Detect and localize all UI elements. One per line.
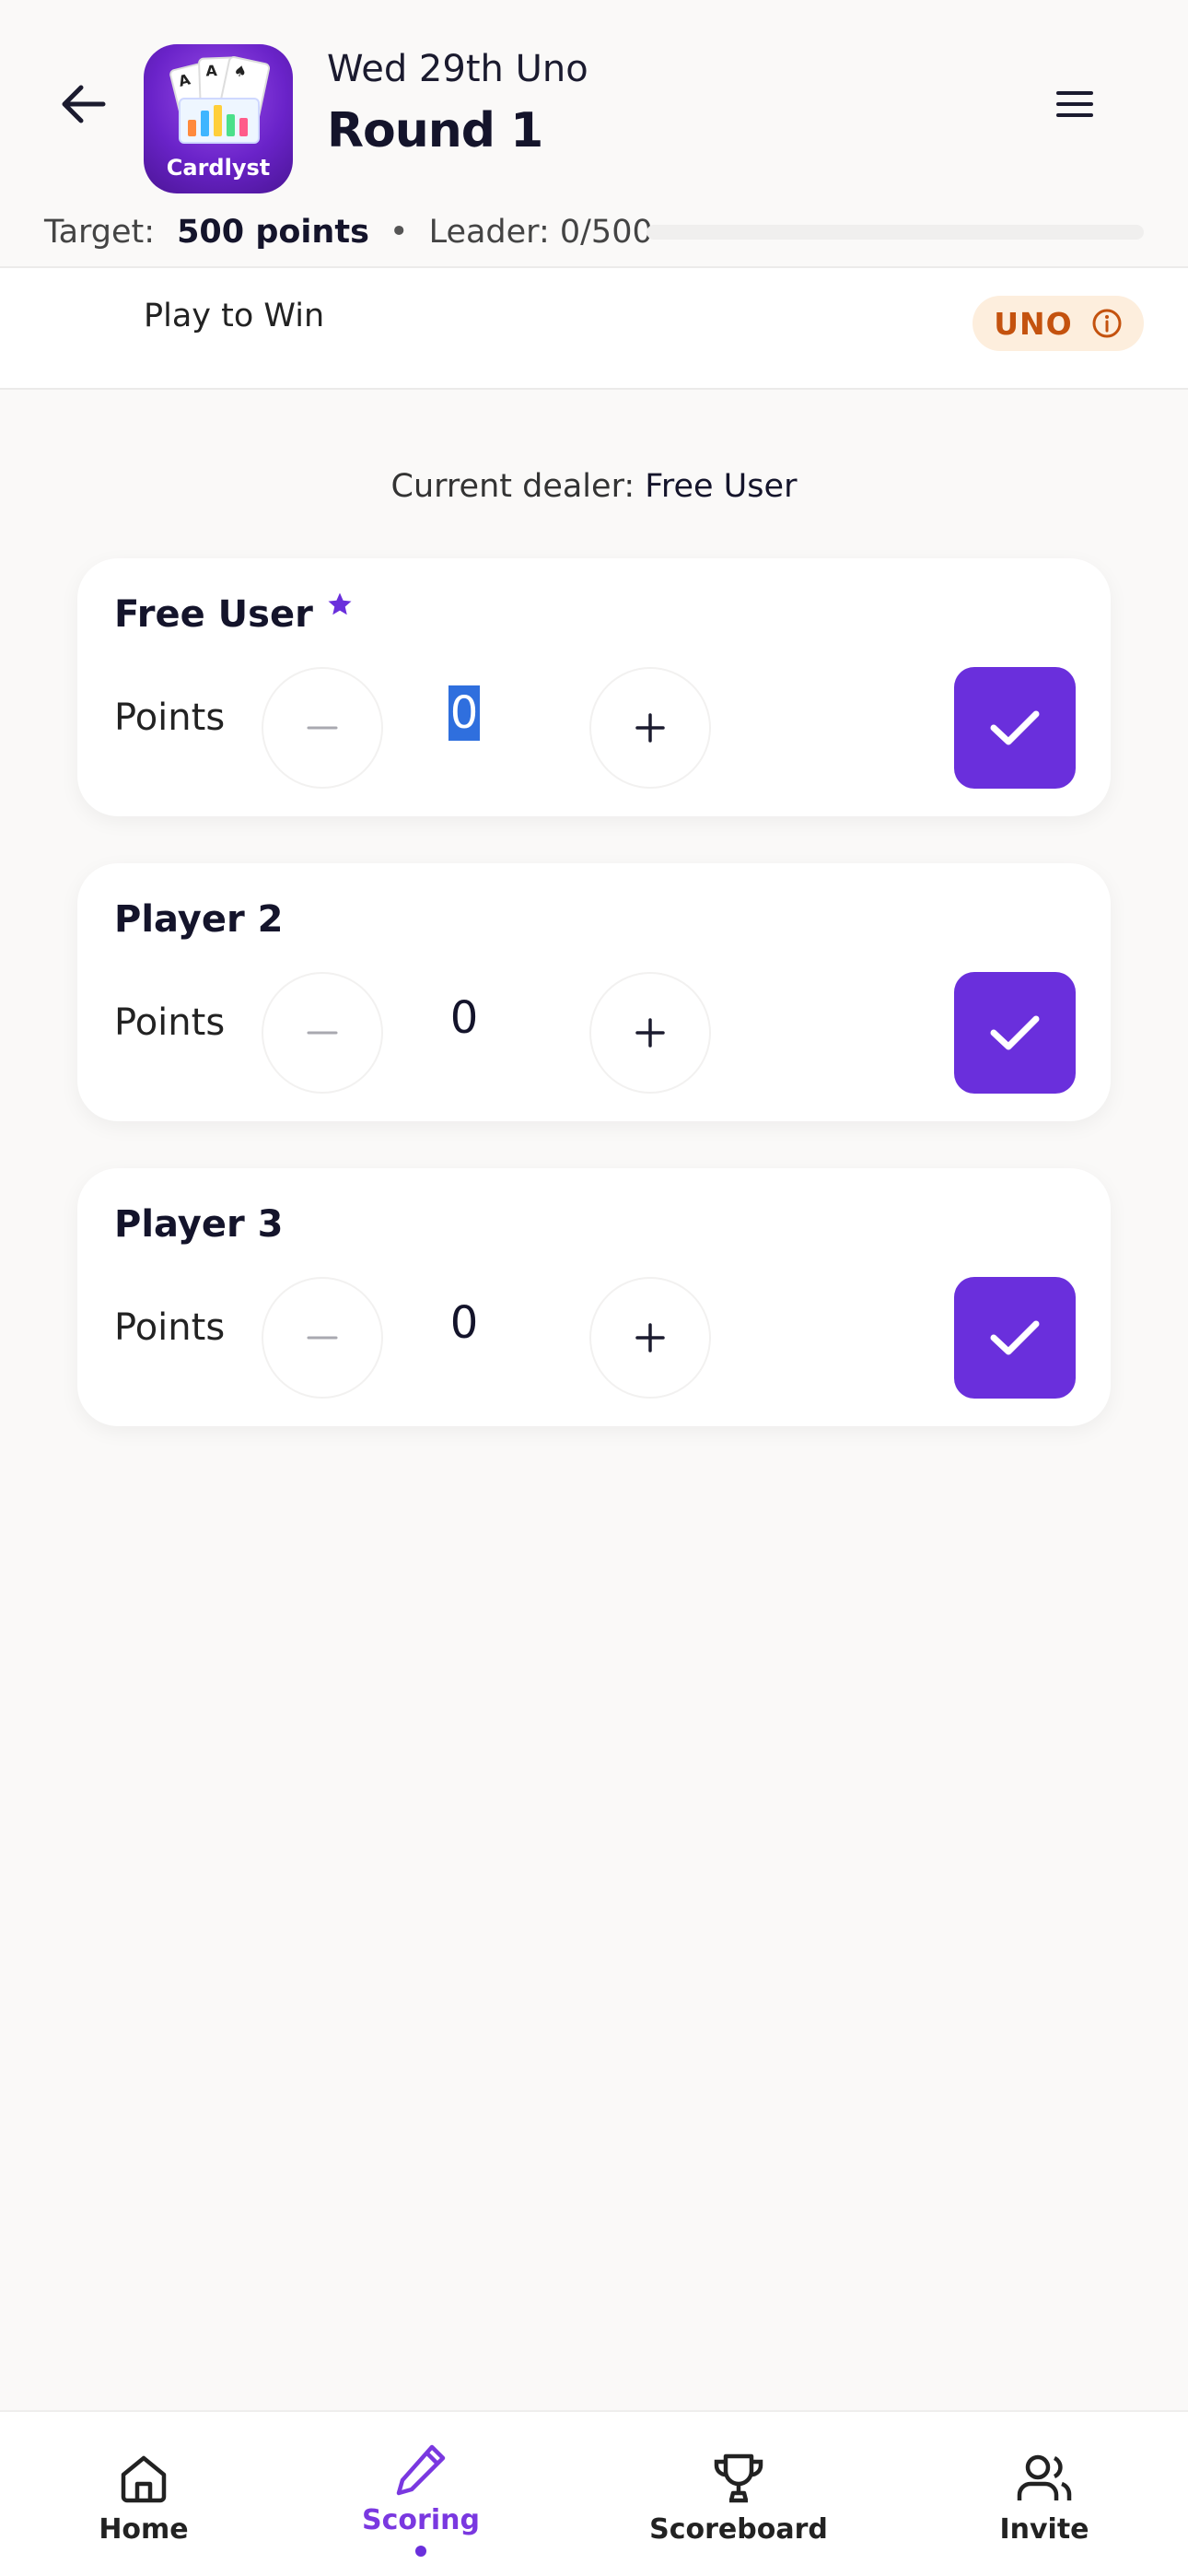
player-name-row: Player 3: [114, 1203, 283, 1246]
nav-label: Scoring: [362, 2504, 480, 2536]
mode-bar: Play to Win UNO: [0, 268, 1188, 390]
points-label: Points: [114, 1306, 226, 1349]
minus-icon: [307, 1031, 338, 1035]
back-button[interactable]: [52, 72, 116, 136]
current-dealer: Current dealer: Free User: [0, 468, 1188, 505]
player-name: Player 2: [114, 898, 284, 941]
game-type-badge[interactable]: UNO: [973, 296, 1144, 351]
nav-item-home[interactable]: Home: [88, 2412, 199, 2576]
player-card: Player 3 Points 0: [77, 1168, 1111, 1426]
score-input[interactable]: 0: [409, 1297, 519, 1349]
increment-button[interactable]: [589, 972, 711, 1094]
bottom-navigation: Home Scoring Scoreboard Invite: [0, 2410, 1188, 2576]
score-value: 0: [448, 685, 481, 741]
score-value: 0: [449, 992, 479, 1044]
game-name: Wed 29th Uno: [327, 48, 588, 90]
score-input[interactable]: 0: [409, 992, 519, 1044]
header: A A ♠ Cardlyst Wed 29th Uno Round 1 Targ…: [0, 0, 1188, 267]
increment-button[interactable]: [589, 1277, 711, 1399]
checkmark-icon: [990, 710, 1040, 745]
player-name: Free User: [114, 593, 313, 636]
target-points: 500 points: [177, 214, 369, 251]
nav-item-invite[interactable]: Invite: [991, 2412, 1098, 2576]
player-name: Player 3: [114, 1203, 284, 1246]
score-input[interactable]: 0: [409, 685, 519, 741]
confirm-score-button[interactable]: [954, 667, 1076, 789]
menu-button[interactable]: [1041, 74, 1109, 135]
checkmark-icon: [990, 1015, 1040, 1050]
app-logo: A A ♠ Cardlyst: [144, 44, 293, 193]
increment-button[interactable]: [589, 667, 711, 789]
confirm-score-button[interactable]: [954, 972, 1076, 1094]
confirm-score-button[interactable]: [954, 1277, 1076, 1399]
plus-icon: [635, 713, 665, 743]
dealer-star-icon: [328, 592, 352, 615]
nav-item-scoreboard[interactable]: Scoreboard: [649, 2412, 828, 2576]
leader-text: Leader: 0/500: [428, 214, 653, 251]
plus-icon: [635, 1018, 665, 1048]
player-name-row: Free User: [114, 592, 354, 636]
dealer-name: Free User: [645, 468, 798, 505]
home-icon: [118, 2449, 169, 2508]
users-icon: [1016, 2449, 1073, 2508]
target-row: Target: 500 points • Leader: 0/500: [44, 207, 653, 257]
leader-progress-bar: [646, 225, 1144, 240]
plus-icon: [635, 1323, 665, 1352]
checkmark-icon: [990, 1320, 1040, 1355]
nav-label: Invite: [999, 2513, 1089, 2546]
target-label: Target:: [44, 214, 156, 251]
player-card: Player 2 Points 0: [77, 863, 1111, 1121]
mode-label: Play to Win: [144, 298, 325, 334]
active-indicator: [415, 2546, 426, 2557]
nav-label: Home: [99, 2513, 189, 2546]
decrement-button[interactable]: [262, 972, 383, 1094]
player-name-row: Player 2: [114, 898, 283, 941]
score-value: 0: [449, 1297, 479, 1349]
separator-dot: •: [389, 214, 409, 251]
game-type-badge-label: UNO: [994, 305, 1073, 342]
trophy-icon: [711, 2449, 766, 2508]
round-title: Round 1: [327, 103, 543, 158]
dealer-prefix: Current dealer:: [390, 468, 635, 505]
decrement-button[interactable]: [262, 1277, 383, 1399]
arrow-left-icon: [62, 85, 106, 123]
points-label: Points: [114, 697, 226, 739]
logo-text: Cardlyst: [166, 155, 271, 181]
player-card: Free User Points 0: [77, 558, 1111, 816]
hamburger-menu-icon: [1056, 91, 1093, 117]
minus-icon: [307, 1336, 338, 1340]
info-icon: [1092, 309, 1122, 338]
points-label: Points: [114, 1001, 226, 1044]
minus-icon: [307, 726, 338, 730]
nav-label: Scoreboard: [649, 2513, 828, 2546]
logo-chart-icon: [179, 98, 260, 144]
nav-item-scoring[interactable]: Scoring: [361, 2412, 481, 2576]
pencil-icon: [393, 2440, 448, 2499]
decrement-button[interactable]: [262, 667, 383, 789]
